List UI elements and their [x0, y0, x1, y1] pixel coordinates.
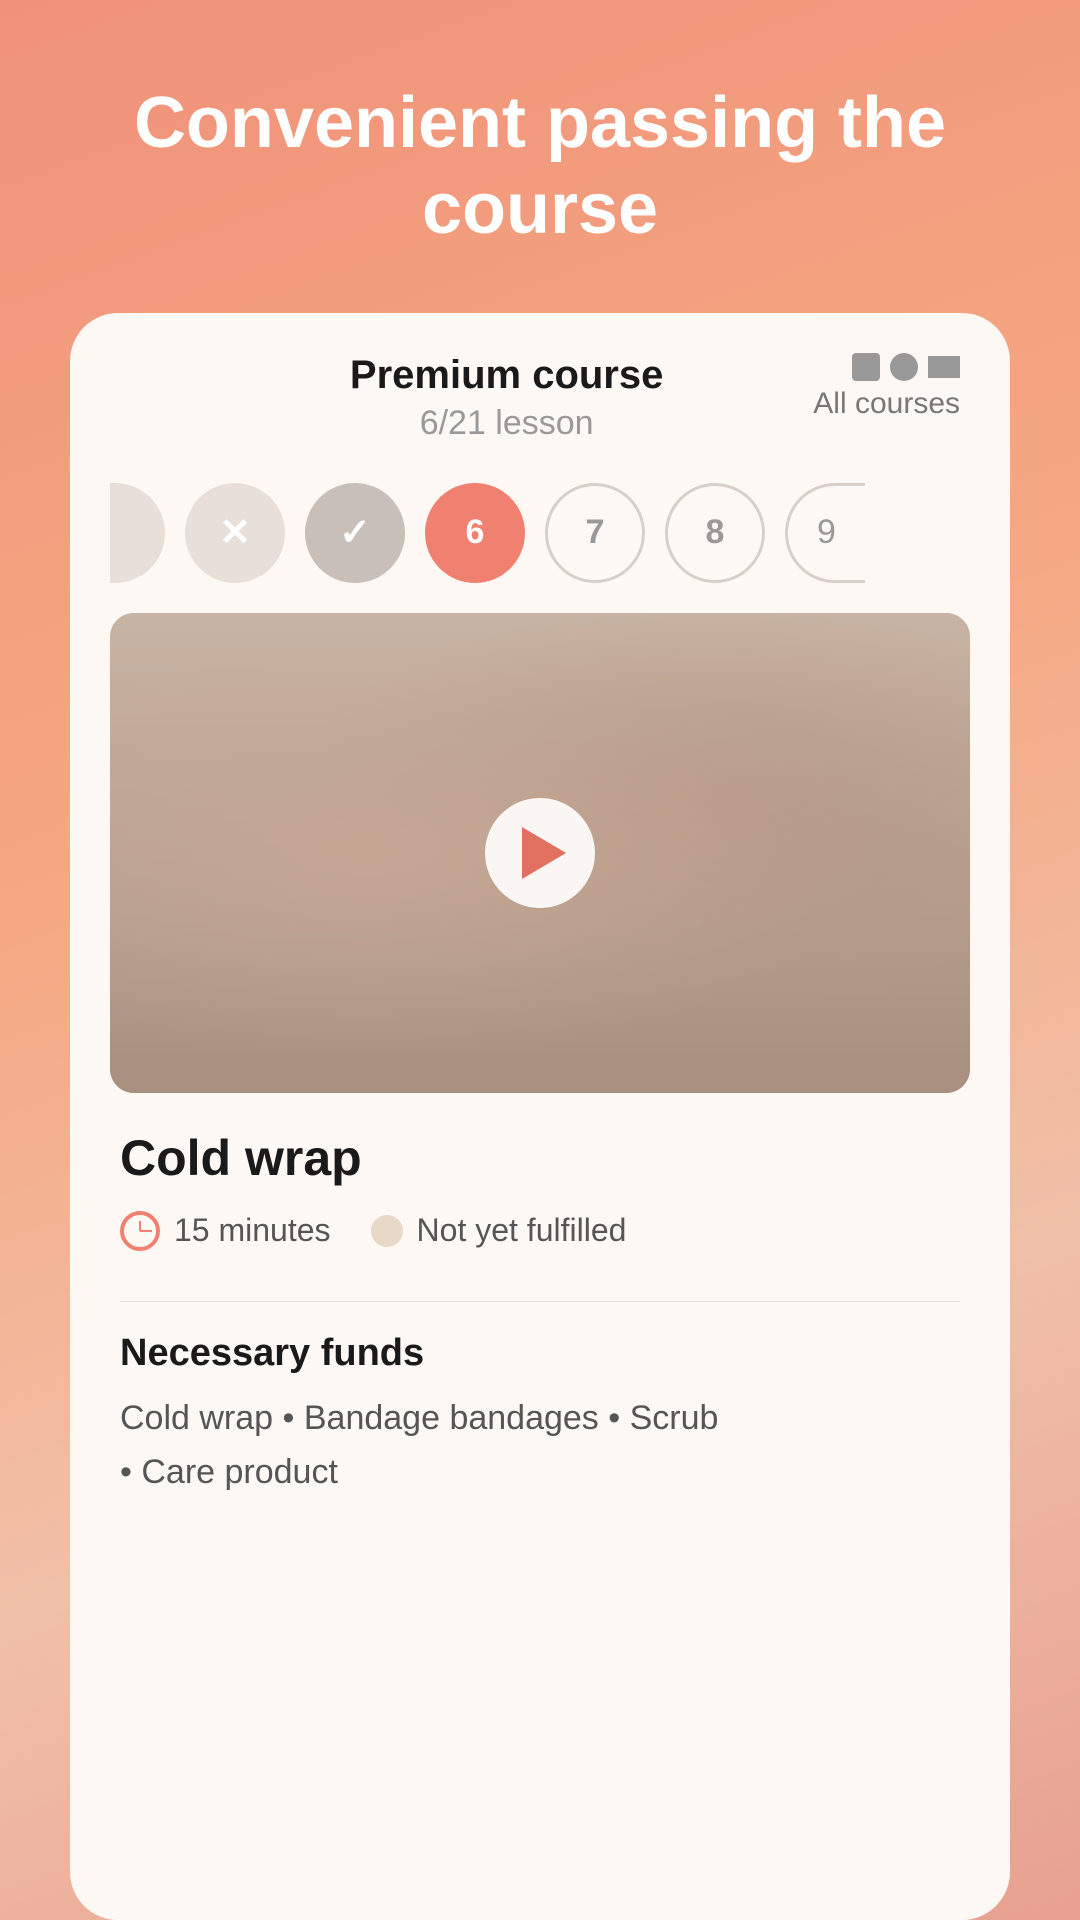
lesson-bubble-7[interactable]: 7: [545, 483, 645, 583]
lesson-9-label: 9: [817, 513, 836, 552]
icons-row: [852, 353, 960, 381]
fail-icon: ✕: [219, 510, 251, 555]
lesson-title: Cold wrap: [120, 1129, 960, 1187]
course-info: Premium course 6/21 lesson: [120, 353, 813, 443]
play-icon: [522, 827, 566, 879]
duration-label: 15 minutes: [174, 1212, 331, 1249]
funds-section: Necessary funds Cold wrap • Bandage band…: [70, 1332, 1010, 1540]
circle-icon: [890, 353, 918, 381]
lesson-info: Cold wrap 15 minutes Not yet fulfilled: [70, 1093, 1010, 1271]
funds-list-line1: Cold wrap • Bandage bandages • Scrub: [120, 1399, 718, 1437]
course-title: Premium course: [200, 353, 813, 398]
lesson-bubble-pass[interactable]: ✓: [305, 483, 405, 583]
lessons-row: ✕ ✓ 6 7 8 9: [70, 463, 1010, 613]
status-icon: [371, 1215, 403, 1247]
all-courses-button[interactable]: All courses: [813, 387, 960, 421]
funds-title: Necessary funds: [120, 1332, 960, 1375]
status-label: Not yet fulfilled: [417, 1212, 627, 1249]
hero-title: Convenient passing the course: [0, 80, 1080, 253]
funds-items: Cold wrap • Bandage bandages • Scrub • C…: [120, 1391, 960, 1500]
main-card: Premium course 6/21 lesson All courses ✕…: [70, 313, 1010, 1920]
status-meta: Not yet fulfilled: [371, 1212, 627, 1249]
divider: [120, 1301, 960, 1302]
clock-hand-minute: [140, 1230, 152, 1232]
lesson-bubble-fail[interactable]: ✕: [185, 483, 285, 583]
lesson-bubble-current[interactable]: 6: [425, 483, 525, 583]
lesson-bubble-8[interactable]: 8: [665, 483, 765, 583]
duration-meta: 15 minutes: [120, 1211, 331, 1251]
course-lesson: 6/21 lesson: [200, 404, 813, 443]
play-button[interactable]: [485, 798, 595, 908]
header-icons: All courses: [813, 353, 960, 421]
check-icon: ✓: [339, 510, 371, 555]
lesson-bubble-partial[interactable]: [110, 483, 165, 583]
lesson-8-label: 8: [706, 513, 725, 552]
lesson-meta: 15 minutes Not yet fulfilled: [120, 1211, 960, 1251]
video-overlay: [110, 613, 970, 1093]
lesson-bubble-9-partial[interactable]: 9: [785, 483, 865, 583]
triangle-icon: [928, 356, 960, 378]
square-icon: [852, 353, 880, 381]
lesson-7-label: 7: [586, 513, 605, 552]
funds-list-line2: • Care product: [120, 1453, 338, 1491]
clock-icon: [120, 1211, 160, 1251]
video-container[interactable]: [110, 613, 970, 1093]
card-header: Premium course 6/21 lesson All courses: [70, 313, 1010, 463]
current-lesson-number: 6: [466, 513, 485, 552]
bubbles-scroll: ✕ ✓ 6 7 8 9: [70, 483, 905, 583]
